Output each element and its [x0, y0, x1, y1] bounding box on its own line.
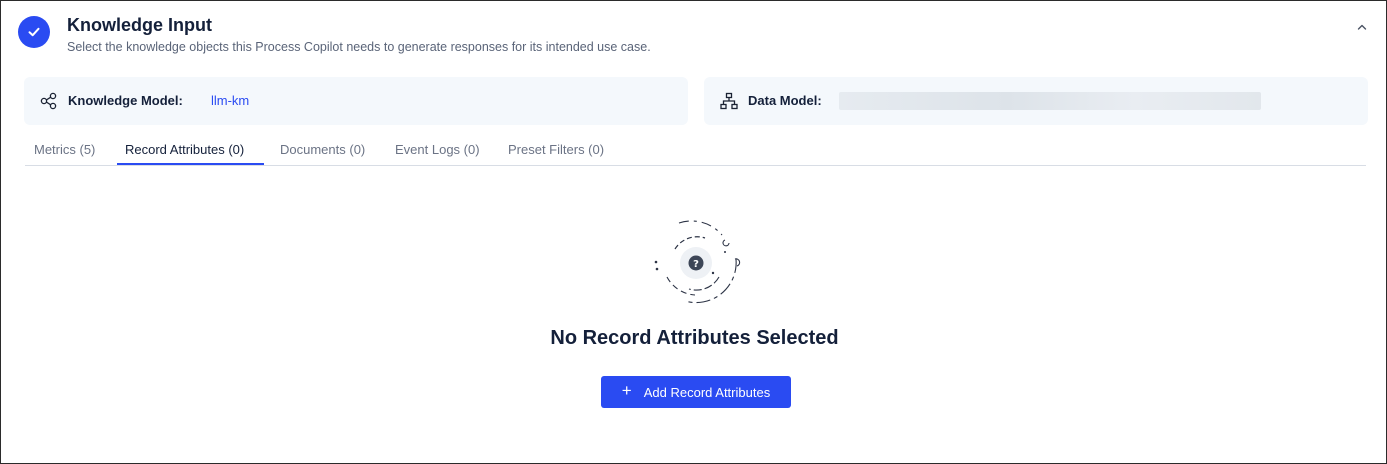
tab-record-attributes[interactable]: Record Attributes (0)	[125, 142, 244, 157]
add-record-attributes-button[interactable]: + Add Record Attributes	[601, 376, 791, 408]
tab-event-logs[interactable]: Event Logs (0)	[395, 142, 480, 157]
knowledge-tabs: Metrics (5) Record Attributes (0) Docume…	[25, 137, 1366, 166]
graph-nodes-icon	[40, 92, 58, 110]
data-model-label: Data Model:	[748, 93, 822, 108]
section-subtitle: Select the knowledge objects this Proces…	[67, 40, 651, 54]
active-tab-indicator	[117, 163, 264, 165]
knowledge-model-card: Knowledge Model: llm-km	[24, 77, 688, 125]
check-icon	[18, 16, 50, 48]
question-icon: ?	[649, 219, 745, 309]
hierarchy-icon	[720, 92, 738, 110]
data-model-value-redacted	[839, 92, 1261, 110]
plus-icon: +	[621, 381, 632, 400]
data-model-card: Data Model:	[704, 77, 1368, 125]
chevron-up-icon[interactable]	[1354, 19, 1370, 35]
section-title: Knowledge Input	[67, 15, 212, 35]
tab-preset-filters[interactable]: Preset Filters (0)	[508, 142, 604, 157]
tab-documents[interactable]: Documents (0)	[280, 142, 365, 157]
knowledge-model-link[interactable]: llm-km	[211, 93, 249, 108]
svg-text:?: ?	[693, 259, 699, 270]
tab-metrics[interactable]: Metrics (5)	[34, 142, 95, 157]
empty-state-title: No Record Attributes Selected	[550, 327, 839, 349]
add-record-attributes-label: Add Record Attributes	[643, 384, 771, 400]
knowledge-model-label: Knowledge Model:	[68, 93, 183, 108]
knowledge-input-panel: Knowledge Input Select the knowledge obj…	[0, 0, 1387, 464]
